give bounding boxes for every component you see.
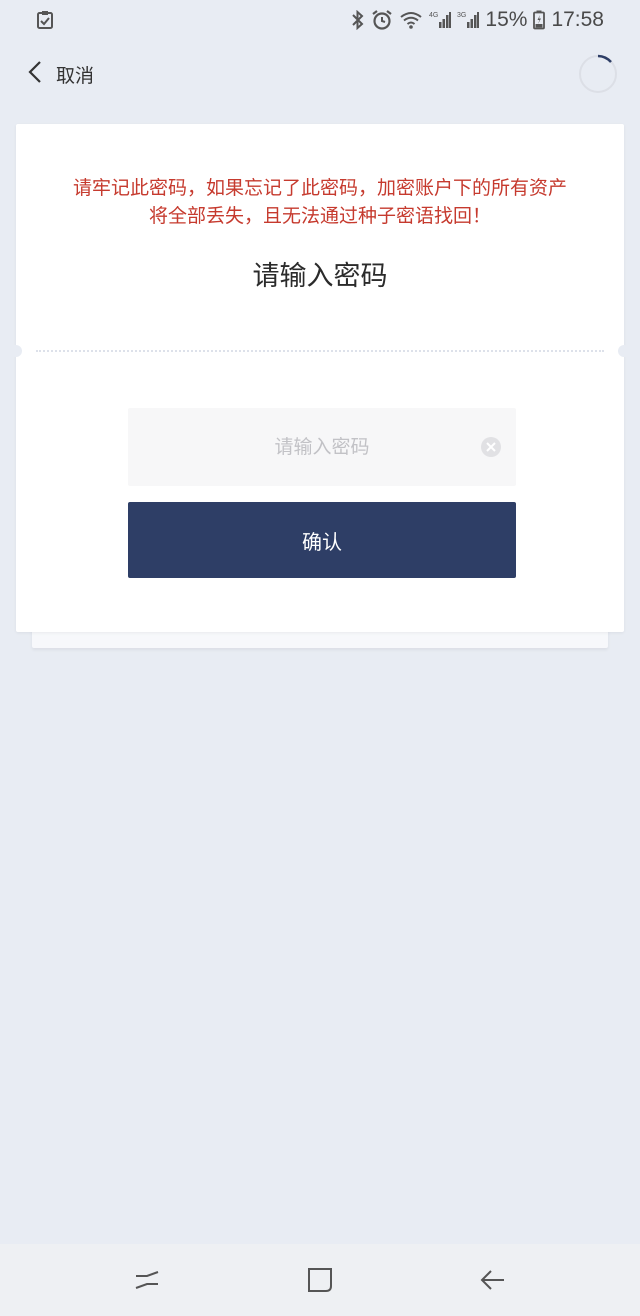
signal-3g-icon: 3G	[457, 10, 480, 30]
battery-icon	[533, 10, 546, 30]
cancel-button[interactable]: 取消	[28, 60, 94, 88]
clear-input-icon[interactable]	[480, 436, 502, 458]
page-title: 请输入密码	[252, 261, 388, 292]
password-field	[128, 408, 516, 486]
home-icon[interactable]	[300, 1260, 340, 1300]
warning-text: 请牢记此密码，如果忘记了此密码，加密账户下的所有资产 将全部丢失，且无法通过种子…	[16, 174, 624, 230]
loading-spinner-icon	[578, 54, 618, 94]
back-arrow-icon[interactable]	[473, 1260, 513, 1300]
alarm-icon	[371, 9, 393, 31]
bluetooth-icon	[351, 10, 365, 30]
chevron-left-icon	[28, 60, 42, 88]
clock: 17:58	[551, 8, 604, 31]
nav-bar: 取消	[0, 44, 640, 104]
password-card: 请牢记此密码，如果忘记了此密码，加密账户下的所有资产 将全部丢失，且无法通过种子…	[10, 124, 630, 632]
dotted-divider	[36, 350, 604, 352]
card-notch-left	[10, 345, 22, 357]
warning-line-1: 请牢记此密码，如果忘记了此密码，加密账户下的所有资产	[72, 177, 567, 199]
confirm-button[interactable]: 确认	[128, 502, 516, 578]
screen: 4G 3G 15% 17:58 取消 请牢记此密码，如果忘记了此密码，加密账户下…	[0, 0, 640, 1316]
task-check-icon	[36, 10, 54, 30]
cancel-label: 取消	[56, 64, 95, 87]
warning-line-2: 将全部丢失，且无法通过种子密语找回！	[148, 205, 491, 227]
svg-text:3G: 3G	[457, 12, 466, 19]
system-nav-bar	[0, 1244, 640, 1316]
recents-icon[interactable]	[127, 1260, 167, 1300]
card-notch-right	[618, 345, 630, 357]
battery-percent: 15%	[485, 8, 528, 31]
signal-4g-icon: 4G	[429, 10, 452, 30]
svg-text:4G: 4G	[429, 12, 438, 19]
status-bar: 4G 3G 15% 17:58	[0, 0, 640, 40]
password-input[interactable]	[192, 427, 452, 467]
wifi-icon	[399, 10, 423, 30]
